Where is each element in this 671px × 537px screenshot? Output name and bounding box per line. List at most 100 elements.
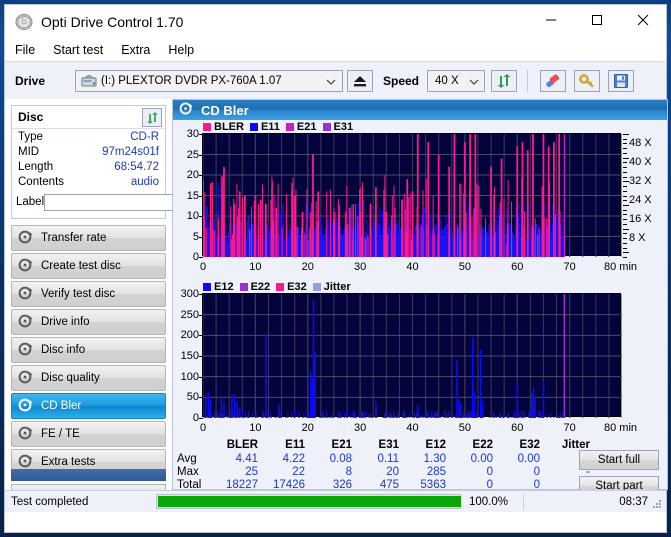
y-tick-mark xyxy=(199,175,203,176)
table-row: Avg 4.41 4.22 0.08 0.11 1.30 0.00 0.00 - xyxy=(173,452,595,465)
x-tick-label: 60 xyxy=(511,422,524,434)
legend-swatch xyxy=(276,282,285,291)
stats-col-e31: E31 xyxy=(378,439,399,451)
sidebar-item-label: Disc info xyxy=(41,344,86,356)
speed-tick-mark xyxy=(623,134,629,135)
toolbar: Drive (I:) PLEXTOR DVDR PX-760A 1.07 Spe… xyxy=(5,61,666,99)
legend-item-e22: E22 xyxy=(239,280,271,293)
speed-tick-mark xyxy=(623,209,627,211)
sidebar-item-verify-test-disc[interactable]: Verify test disc xyxy=(11,281,166,307)
status-text: Test completed xyxy=(11,495,89,508)
speed-tick-label: 16 X xyxy=(629,213,652,226)
y-tick-label: 20 xyxy=(186,169,199,181)
sidebar-item-create-test-disc[interactable]: Create test disc xyxy=(11,253,166,279)
legend-label: E22 xyxy=(250,280,271,293)
disc-test-icon xyxy=(18,370,36,387)
legend-label: Jitter xyxy=(323,280,351,293)
legend-swatch xyxy=(312,282,321,291)
stats-col-e32: E32 xyxy=(519,439,540,451)
y-tick-mark xyxy=(199,216,203,217)
chevron-down-icon[interactable] xyxy=(326,77,336,89)
drive-select[interactable]: (I:) PLEXTOR DVDR PX-760A 1.07 xyxy=(75,69,343,92)
refresh-icon[interactable] xyxy=(491,69,518,92)
disc-value: CD-R xyxy=(130,130,159,143)
y-tick-label: 5 xyxy=(192,230,199,243)
speed-tick-label: 40 X xyxy=(629,156,652,169)
disc-test-icon xyxy=(18,258,36,275)
stats-cell: 20 xyxy=(386,465,399,478)
stats-table-area: BLER E11 E21 E31 E12 E22 E32 Jitter Avg … xyxy=(173,438,667,496)
stats-col-e21: E21 xyxy=(331,439,352,451)
sidebar-item-disc-info[interactable]: Disc info xyxy=(11,337,166,363)
sidebar-item-label: Disc quality xyxy=(41,372,100,384)
speed-tick-mark xyxy=(623,247,627,249)
y-tick-label: 25 xyxy=(186,148,199,161)
speed-tick-mark xyxy=(623,176,627,178)
disc-test-icon xyxy=(18,454,36,471)
menu-start-test[interactable]: Start test xyxy=(53,43,103,57)
eraser-button[interactable] xyxy=(540,69,567,92)
close-button[interactable] xyxy=(620,5,666,35)
table-row: Max 25 22 8 20 285 0 0 - xyxy=(173,465,595,478)
x-tick-label: 20 xyxy=(301,422,314,434)
bler-chart-legend: BLER E11 E21 E31 xyxy=(173,120,667,133)
stats-cell: 0 xyxy=(533,465,540,478)
legend-item-e21: E21 xyxy=(285,120,317,133)
sidebar-item-label: CD Bler xyxy=(41,400,82,412)
speed-tick-label: 32 X xyxy=(629,175,652,188)
y-tick-mark xyxy=(199,314,203,316)
speed-value: 40 X xyxy=(435,74,459,87)
speed-tick-mark xyxy=(623,223,627,225)
legend-item-bler: BLER xyxy=(203,121,244,133)
sidebar: Disc Type CD-R MID 97m24s01f Length 68:5… xyxy=(5,99,245,506)
menu-file[interactable]: File xyxy=(15,43,35,57)
sidebar-item-cd-bler[interactable]: CD Bler xyxy=(11,393,166,419)
y-tick-label: 250 xyxy=(180,308,199,321)
chevron-down-icon[interactable] xyxy=(469,77,479,89)
bler-chart: BLER E11 E21 E31 0 5 10 15 20 25 30 0 10… xyxy=(173,120,667,280)
menu-bar: File Start test Extra Help xyxy=(5,39,666,61)
save-button[interactable] xyxy=(608,69,635,92)
toolbar-separator xyxy=(527,69,529,92)
speed-tick-mark xyxy=(623,214,627,216)
sidebar-item-fe-te[interactable]: FE / TE xyxy=(11,421,166,447)
stats-row-label: Max xyxy=(177,465,199,478)
stats-cell: 0 xyxy=(486,465,493,478)
speed-tick-mark xyxy=(623,242,627,244)
disc-value: audio xyxy=(130,175,159,188)
refresh-icon[interactable] xyxy=(142,108,162,127)
x-tick-label: 10 xyxy=(249,422,262,434)
sidebar-item-transfer-rate[interactable]: Transfer rate xyxy=(11,225,166,251)
disc-label-key: Label xyxy=(16,196,45,208)
menu-help[interactable]: Help xyxy=(168,43,194,57)
speed-select[interactable]: 40 X xyxy=(427,69,486,92)
sidebar-item-label: Drive info xyxy=(41,316,90,328)
stats-cell: 8 xyxy=(345,465,352,478)
x-tick-label: 40 xyxy=(406,261,419,273)
sidebar-item-label: Verify test disc xyxy=(41,288,116,300)
speed-tick-mark xyxy=(623,162,627,164)
stats-header-row: BLER E11 E21 E31 E12 E22 E32 Jitter xyxy=(173,438,595,452)
sidebar-item-drive-info[interactable]: Drive info xyxy=(11,309,166,335)
legend-label: E21 xyxy=(296,120,317,133)
stats-cell: 0.00 xyxy=(470,452,493,465)
x-tick-label: 0 xyxy=(199,422,207,434)
maximize-button[interactable] xyxy=(574,5,620,35)
resize-grip[interactable] xyxy=(651,498,663,510)
y-tick-label: 100 xyxy=(180,370,199,383)
menu-extra[interactable]: Extra xyxy=(121,43,150,57)
x-tick-label: 70 xyxy=(563,422,576,434)
legend-swatch xyxy=(203,282,211,291)
sidebar-item-label: Extra tests xyxy=(41,456,96,468)
eject-button[interactable] xyxy=(347,69,373,92)
disc-key: Type xyxy=(18,130,43,143)
minimize-button[interactable] xyxy=(528,5,574,35)
main-panel-title: CD Bler xyxy=(201,102,249,118)
legend-item-jitter: Jitter xyxy=(312,280,351,293)
sidebar-item-disc-quality[interactable]: Disc quality xyxy=(11,365,166,391)
speed-tick-mark xyxy=(623,195,627,197)
y-tick-mark xyxy=(199,236,203,238)
start-full-button[interactable]: Start full xyxy=(579,450,659,470)
key-button[interactable] xyxy=(574,69,601,92)
disc-icon xyxy=(15,13,33,31)
